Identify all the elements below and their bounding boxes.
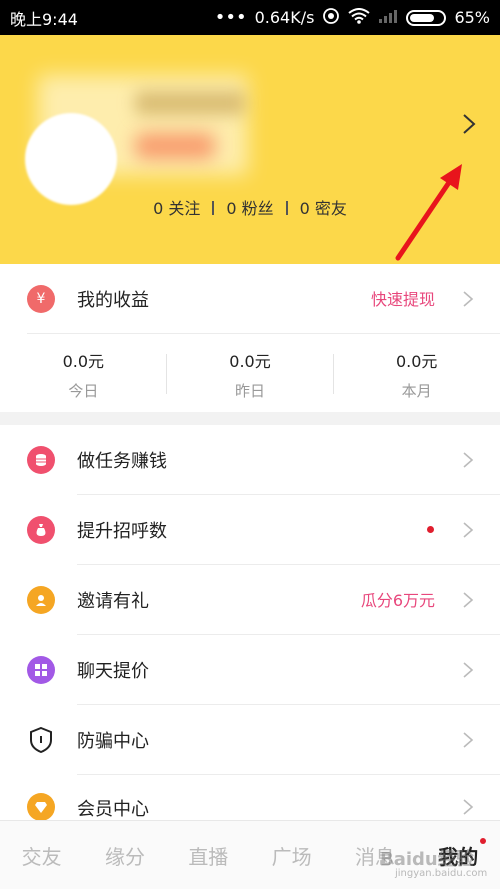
- stat-divider: [333, 354, 334, 394]
- profile-header[interactable]: 0 关注 0 粉丝 0 密友: [0, 35, 500, 264]
- battery-percent: 65%: [454, 8, 490, 27]
- follow-stats: 0 关注 0 粉丝 0 密友: [0, 195, 500, 219]
- invite-reward-text: 瓜分6万元: [360, 591, 435, 610]
- tab-square[interactable]: 广场: [250, 841, 333, 870]
- menu-item-label: 会员中心: [77, 799, 149, 820]
- menu-item-label: 做任务赚钱: [77, 451, 167, 472]
- menu-item-greetings[interactable]: 提升招呼数: [0, 495, 500, 564]
- stat-divider: [166, 354, 167, 394]
- network-speed: 0.64K/s: [254, 8, 315, 27]
- signal-icon: [378, 8, 398, 28]
- status-bar: 晚上9:44 ••• 0.64K/s 65%: [0, 0, 500, 35]
- money-bag-icon: [27, 516, 55, 544]
- earnings-stats: 0.0元 今日 0.0元 昨日 0.0元 本月: [0, 334, 500, 409]
- profile-chevron-right-icon[interactable]: [458, 110, 480, 138]
- stat-today: 0.0元 今日: [0, 334, 167, 409]
- menu-item-invite[interactable]: 邀请有礼 瓜分6万元: [0, 565, 500, 634]
- yuan-icon: ¥: [27, 285, 55, 313]
- stat-month: 0.0元 本月: [333, 334, 500, 409]
- tab-fate[interactable]: 缘分: [83, 841, 166, 870]
- menu-item-label: 邀请有礼: [77, 591, 149, 612]
- notification-dot: [427, 526, 434, 533]
- earnings-card: ¥ 我的收益 快速提现 0.0元 今日 0.0元 昨日 0.0元 本月: [0, 264, 500, 412]
- stat-value: 0.0元: [229, 352, 271, 371]
- stat-label: 昨日: [235, 382, 266, 400]
- wifi-icon: [348, 7, 371, 28]
- chevron-right-icon: [463, 592, 474, 608]
- stat-yesterday: 0.0元 昨日: [167, 334, 334, 409]
- menu-item-label: 提升招呼数: [77, 521, 167, 542]
- person-icon: [27, 586, 55, 614]
- grid-icon: [27, 656, 55, 684]
- stat-label: 本月: [401, 382, 432, 400]
- chevron-right-icon: [463, 522, 474, 538]
- follow-count[interactable]: 0 关注: [153, 199, 200, 218]
- menu-item-label: 防骗中心: [77, 731, 149, 752]
- menu-item-chat-price[interactable]: 聊天提价: [0, 635, 500, 704]
- stat-label: 今日: [68, 382, 99, 400]
- coin-stack-icon: [27, 446, 55, 474]
- menu-item-label: 聊天提价: [77, 661, 149, 682]
- fans-count[interactable]: 0 粉丝: [226, 199, 273, 218]
- tab-live[interactable]: 直播: [167, 841, 250, 870]
- battery-icon: [406, 9, 447, 26]
- chevron-right-icon: [463, 291, 474, 307]
- more-dots-icon: •••: [214, 7, 247, 28]
- menu-item-anti-fraud[interactable]: 防骗中心: [0, 705, 500, 774]
- status-time: 晚上9:44: [10, 9, 78, 29]
- sync-icon: [322, 7, 340, 29]
- menu-card: 做任务赚钱 提升招呼数 邀请有礼 瓜分6万元 聊天提价 防骗中心 会员中心: [0, 425, 500, 821]
- close-friends-count[interactable]: 0 密友: [300, 199, 347, 218]
- chevron-right-icon: [463, 452, 474, 468]
- earnings-row[interactable]: ¥ 我的收益 快速提现: [0, 264, 500, 333]
- chevron-right-icon: [463, 662, 474, 678]
- earnings-title: 我的收益: [77, 290, 149, 311]
- menu-item-tasks[interactable]: 做任务赚钱: [0, 425, 500, 494]
- quick-withdraw-link[interactable]: 快速提现: [371, 286, 435, 310]
- tab-friends[interactable]: 交友: [0, 841, 83, 870]
- chevron-right-icon: [463, 732, 474, 748]
- stat-value: 0.0元: [62, 352, 105, 371]
- blurred-username: [135, 91, 245, 115]
- shield-icon: [27, 726, 55, 754]
- chevron-right-icon: [463, 799, 474, 815]
- avatar[interactable]: [25, 113, 117, 205]
- blurred-badge: [135, 133, 215, 159]
- stat-value: 0.0元: [395, 352, 438, 371]
- tab-notification-dot: [480, 838, 486, 844]
- watermark-url: jingyan.baidu.com: [395, 868, 488, 879]
- diamond-icon: [27, 793, 55, 821]
